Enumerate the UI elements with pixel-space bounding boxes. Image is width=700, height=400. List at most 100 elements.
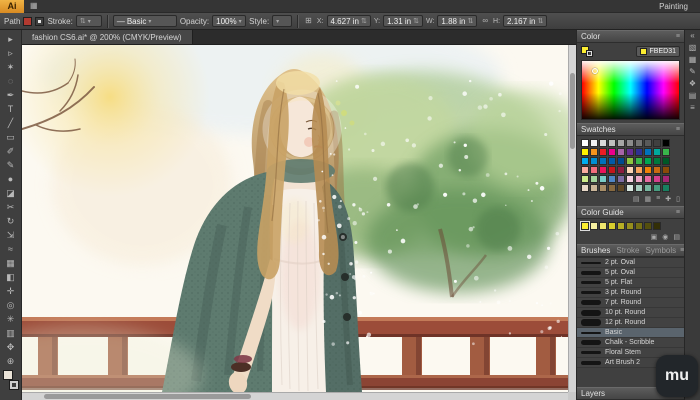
swatch[interactable] [599,139,607,147]
swatch[interactable] [626,175,634,183]
limit-colors-icon[interactable]: ▣ [651,233,658,241]
swatch[interactable] [653,139,661,147]
brush-item[interactable]: 3 pt. Round [577,288,684,298]
swatch[interactable] [617,166,625,174]
swatch[interactable] [635,139,643,147]
brush-item[interactable]: Chalk - Scribble [577,338,684,348]
brush-item[interactable]: 12 pt. Round [577,318,684,328]
swatch[interactable] [608,184,616,192]
swatch[interactable] [635,184,643,192]
swatches-panel-header[interactable]: Swatches ≡ [577,123,684,136]
spectrum-marker[interactable] [592,68,598,74]
brush-item[interactable]: 7 pt. Round [577,298,684,308]
swatch[interactable] [662,184,670,192]
color-guide-swatch[interactable] [608,222,616,230]
swatch[interactable] [590,157,598,165]
swatch[interactable] [635,157,643,165]
swatch[interactable] [608,148,616,156]
scale-tool-icon[interactable]: ⇲ [1,228,21,242]
blend-tool-icon[interactable]: ◎ [1,298,21,312]
swatch[interactable] [644,157,652,165]
width-tool-icon[interactable]: ≈ [1,242,21,256]
lasso-tool-icon[interactable]: ◌ [1,74,21,88]
swatch[interactable] [617,184,625,192]
type-tool-icon[interactable]: T [1,102,21,116]
gradient-tool-icon[interactable]: ◧ [1,270,21,284]
color-guide-swatch[interactable] [581,222,589,230]
bridge-icon[interactable]: ▦ [28,2,40,10]
swatch[interactable] [581,157,589,165]
swatch[interactable] [617,139,625,147]
color-guide-swatch[interactable] [635,222,643,230]
vertical-scrollbar-thumb[interactable] [570,73,575,149]
stroke-weight-field[interactable]: ⇅ ▾ [76,15,102,27]
rotate-tool-icon[interactable]: ↻ [1,214,21,228]
swatch-kinds-icon[interactable]: ▦ [645,195,652,203]
edit-colors-icon[interactable]: ◉ [662,233,668,241]
horizontal-scrollbar-thumb[interactable] [44,394,251,399]
magic-wand-tool-icon[interactable]: ✶ [1,60,21,74]
w-field[interactable]: 1.88 in ⇅ [437,15,477,27]
blob-brush-tool-icon[interactable]: ● [1,172,21,186]
tab-symbols[interactable]: Symbols [645,246,676,255]
mesh-tool-icon[interactable]: ▦ [1,256,21,270]
color-spectrum[interactable] [581,60,680,120]
swatch-libraries-icon[interactable]: ▤ [633,195,640,203]
eyedropper-tool-icon[interactable]: ✛ [1,284,21,298]
brush-item[interactable]: 5 pt. Oval [577,268,684,278]
swatch[interactable] [644,184,652,192]
color-guide-swatch[interactable] [653,222,661,230]
workspace-switcher[interactable]: Painting [659,2,694,11]
color-panel-icon[interactable]: ▧ [689,44,697,52]
reference-point-icon[interactable]: ⊞ [303,17,314,25]
panel-menu-icon[interactable]: ≡ [676,33,680,40]
swatch[interactable] [608,175,616,183]
delete-swatch-icon[interactable]: ▯ [676,195,680,203]
brushes-panel-icon[interactable]: ✎ [689,68,696,76]
swatch[interactable] [635,148,643,156]
opacity-field[interactable]: 100% ▾ [212,15,246,27]
color-guide-swatch[interactable] [626,222,634,230]
swatch[interactable] [599,166,607,174]
navigator-panel-icon[interactable]: ≡ [690,104,695,112]
line-tool-icon[interactable]: ╱ [1,116,21,130]
direct-selection-tool-icon[interactable]: ▹ [1,46,21,60]
swatch[interactable] [626,184,634,192]
style-dropdown[interactable]: ▾ [272,15,292,27]
swatch[interactable] [626,166,634,174]
brush-item[interactable]: 5 pt. Flat [577,278,684,288]
stroke-proxy[interactable] [9,380,19,390]
swatch[interactable] [599,175,607,183]
brush-item[interactable]: 10 pt. Round [577,308,684,318]
swatch[interactable] [590,148,598,156]
swatch[interactable] [662,139,670,147]
color-guide-swatch[interactable] [599,222,607,230]
swatch[interactable] [653,166,661,174]
y-field[interactable]: 1.31 in ⇅ [383,15,423,27]
constrain-proportions-icon[interactable]: ∞ [480,17,490,25]
swatch[interactable] [608,139,616,147]
new-swatch-icon[interactable]: ✚ [665,195,671,203]
swatch[interactable] [608,166,616,174]
stroke-swatch[interactable] [35,17,44,26]
symbol-sprayer-tool-icon[interactable]: ✳ [1,312,21,326]
selection-tool-icon[interactable]: ▸ [1,32,21,46]
color-guide-swatch[interactable] [590,222,598,230]
swatch[interactable] [599,148,607,156]
pencil-tool-icon[interactable]: ✎ [1,158,21,172]
swatch[interactable] [662,175,670,183]
panel-menu-icon[interactable]: ≡ [676,209,680,216]
swatch[interactable] [590,166,598,174]
swatch[interactable] [644,139,652,147]
expand-panels-icon[interactable]: « [690,32,694,40]
brush-item[interactable]: 2 pt. Oval [577,258,684,268]
zoom-tool-icon[interactable]: ⊕ [1,354,21,368]
graph-tool-icon[interactable]: ▥ [1,326,21,340]
x-field[interactable]: 4.627 in ⇅ [327,15,371,27]
h-field[interactable]: 2.167 in ⇅ [503,15,547,27]
swatch[interactable] [653,148,661,156]
swatch[interactable] [653,184,661,192]
swatch[interactable] [662,166,670,174]
swatch[interactable] [581,148,589,156]
swatch[interactable] [617,175,625,183]
